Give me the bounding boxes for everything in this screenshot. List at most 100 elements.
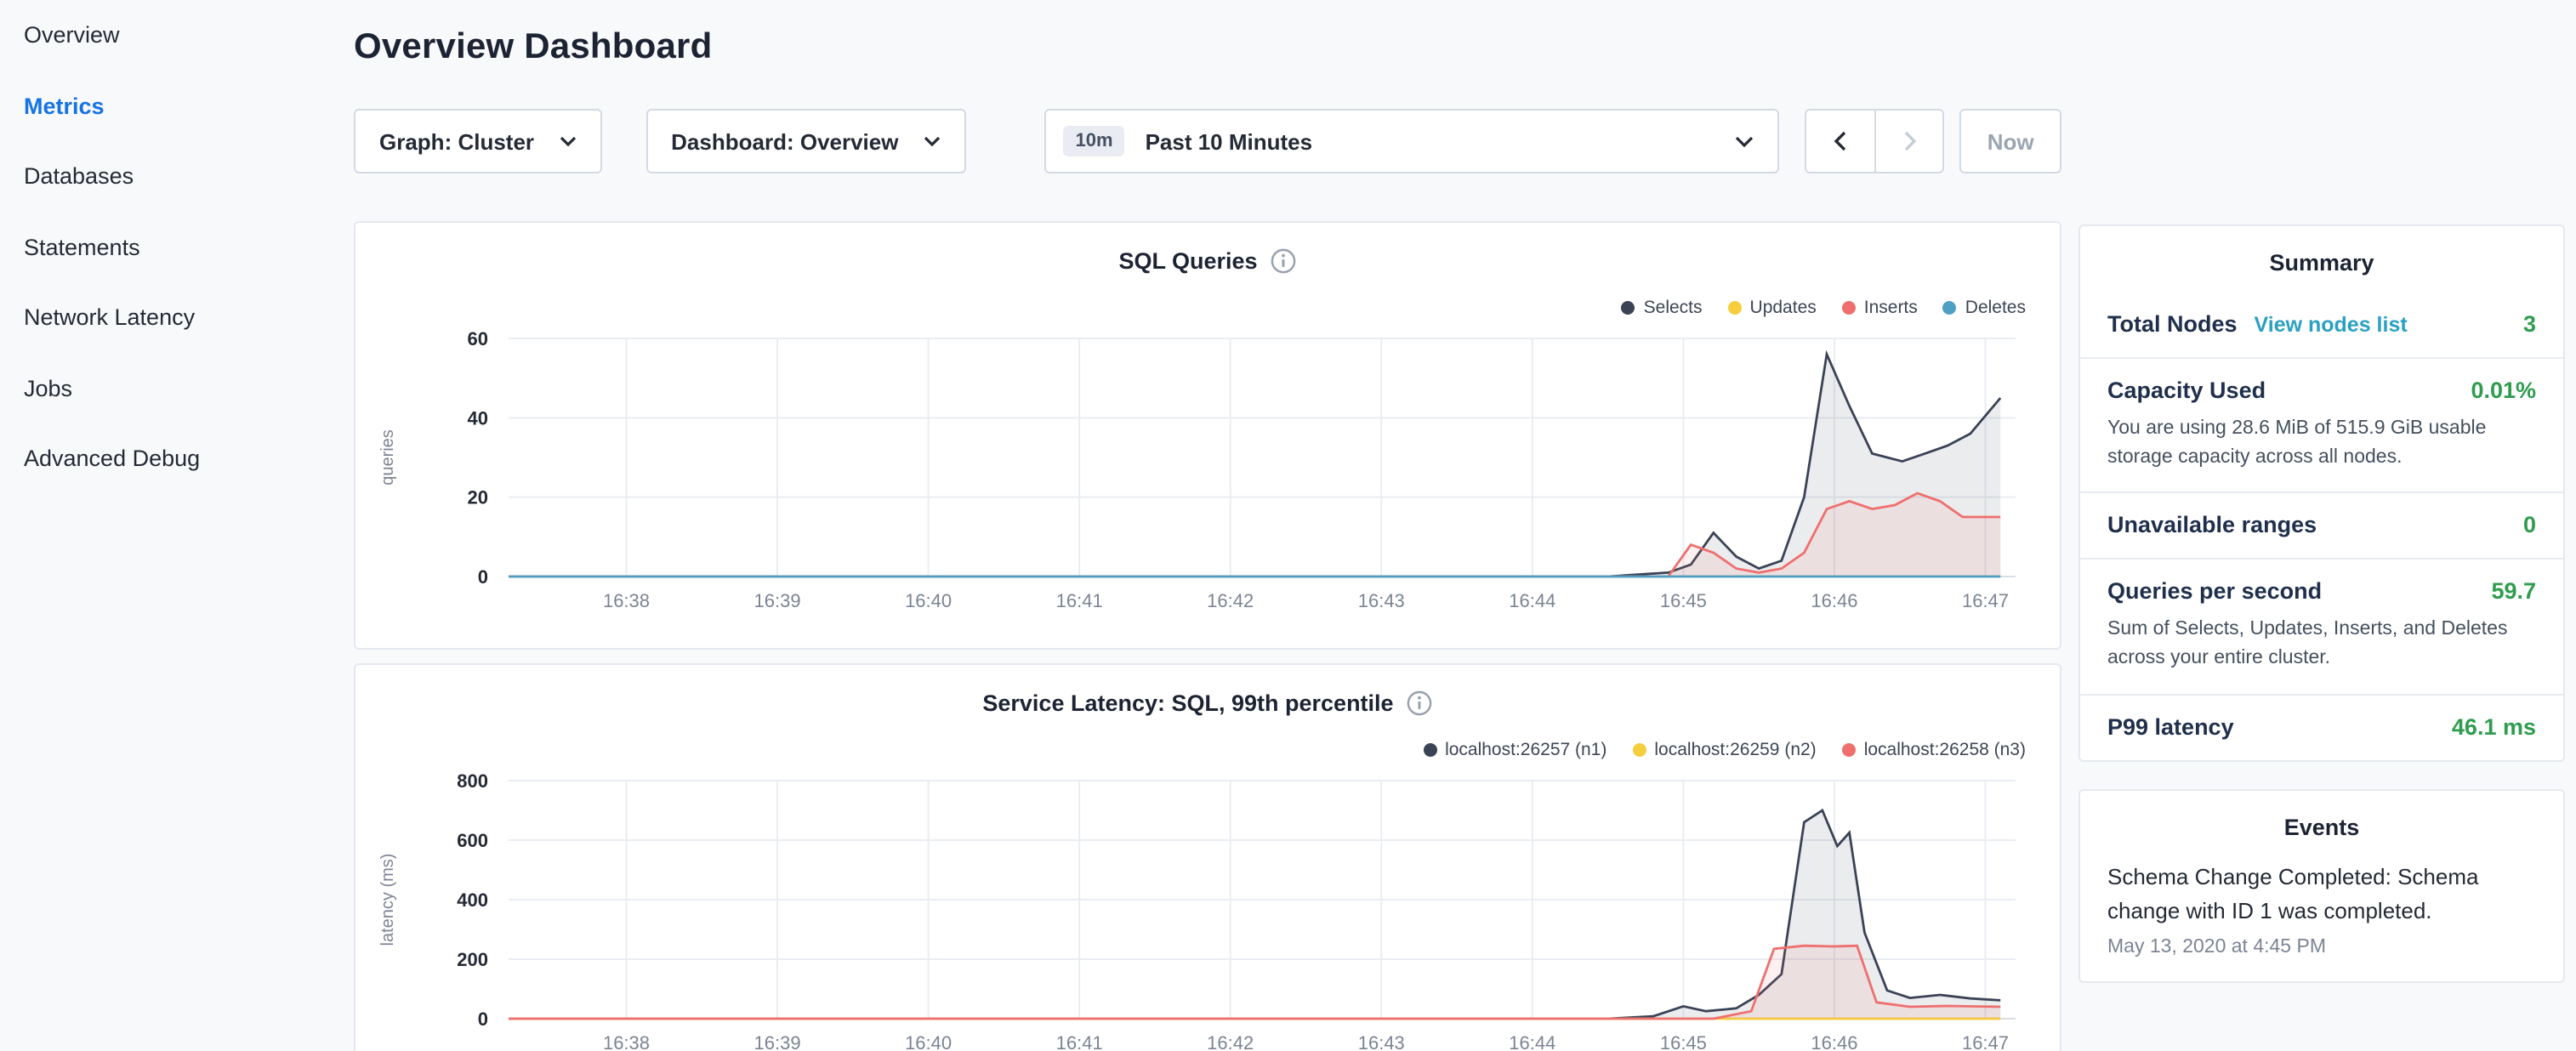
- summary-panel: Summary Total Nodes View nodes list 3 Ca…: [2078, 224, 2565, 761]
- now-button[interactable]: Now: [1959, 109, 2061, 173]
- summary-description: You are using 28.6 MiB of 515.9 GiB usab…: [2107, 415, 2536, 472]
- sidebar-item-databases[interactable]: Databases: [0, 141, 323, 212]
- summary-row-total-nodes: Total Nodes View nodes list 3: [2080, 293, 2563, 359]
- summary-value: 0: [2523, 513, 2536, 538]
- summary-description: Sum of Selects, Updates, Inserts, and De…: [2107, 616, 2536, 673]
- legend-swatch: [1842, 301, 1856, 315]
- sql-queries-chart-card: SQL Queries Selects Updates Inserts Deletes…: [354, 221, 2061, 650]
- legend-label: localhost:26258 (n3): [1864, 740, 2026, 760]
- svg-text:16:43: 16:43: [1358, 590, 1405, 611]
- view-nodes-list-link[interactable]: View nodes list: [2255, 313, 2408, 337]
- summary-row-queries-per-second: Queries per second 59.7 Sum of Selects, …: [2080, 560, 2563, 696]
- svg-text:0: 0: [478, 566, 488, 588]
- summary-label: Unavailable ranges: [2107, 513, 2317, 538]
- summary-row-capacity-used: Capacity Used 0.01% You are using 28.6 M…: [2080, 359, 2563, 494]
- summary-value: 46.1 ms: [2452, 713, 2536, 739]
- legend-label: Updates: [1750, 298, 1817, 318]
- legend-label: Inserts: [1864, 298, 1918, 318]
- svg-text:800: 800: [457, 770, 488, 792]
- chevron-down-icon: [924, 136, 941, 146]
- svg-text:40: 40: [468, 407, 488, 429]
- chart-title-row: SQL Queries: [355, 223, 2060, 276]
- svg-text:16:45: 16:45: [1660, 590, 1707, 611]
- sidebar-item-metrics[interactable]: Metrics: [0, 71, 323, 141]
- time-window-label: Past 10 Minutes: [1146, 128, 1313, 154]
- chart-legend: localhost:26257 (n1) localhost:26259 (n2)…: [1423, 740, 2026, 760]
- chevron-right-icon: [1902, 131, 1916, 151]
- svg-text:16:39: 16:39: [754, 1032, 801, 1051]
- prev-interval-button[interactable]: [1806, 111, 1874, 172]
- summary-title: Summary: [2080, 226, 2563, 293]
- svg-text:16:43: 16:43: [1358, 1032, 1405, 1051]
- chevron-down-icon: [559, 136, 576, 146]
- info-icon[interactable]: [1407, 690, 1433, 715]
- legend-item: Inserts: [1842, 298, 1918, 318]
- legend-item: localhost:26258 (n3): [1842, 740, 2026, 760]
- chart-canvas: 16:3816:3916:4016:4116:4216:4316:4416:45…: [369, 760, 2050, 1051]
- svg-text:16:46: 16:46: [1811, 590, 1857, 611]
- graph-scope-dropdown[interactable]: Graph: Cluster: [354, 109, 601, 173]
- sidebar-item-statements[interactable]: Statements: [0, 212, 323, 282]
- sidebar-item-overview[interactable]: Overview: [0, 0, 323, 71]
- time-window-picker[interactable]: 10m Past 10 Minutes: [1045, 109, 1780, 173]
- chart-plot: 16:3816:3916:4016:4116:4216:4316:4416:45…: [355, 318, 2060, 629]
- legend-label: Selects: [1644, 298, 1703, 318]
- sidebar-item-network-latency[interactable]: Network Latency: [0, 282, 323, 353]
- legend-item: Updates: [1728, 298, 1817, 318]
- summary-row-p99-latency: P99 latency 46.1 ms: [2080, 695, 2563, 759]
- event-timestamp: May 13, 2020 at 4:45 PM: [2107, 937, 2536, 957]
- sidebar-item-advanced-debug[interactable]: Advanced Debug: [0, 423, 323, 494]
- legend-swatch: [1943, 301, 1957, 315]
- svg-text:0: 0: [478, 1008, 488, 1030]
- events-panel: Events Schema Change Completed: Schema c…: [2078, 788, 2565, 983]
- chart-title-row: Service Latency: SQL, 99th percentile: [355, 665, 2060, 718]
- event-item: Schema Change Completed: Schema change w…: [2080, 856, 2563, 957]
- svg-text:16:41: 16:41: [1056, 590, 1103, 611]
- svg-text:20: 20: [468, 487, 488, 508]
- sidebar-item-jobs[interactable]: Jobs: [0, 353, 323, 423]
- svg-text:16:42: 16:42: [1207, 590, 1254, 611]
- legend-label: localhost:26257 (n1): [1445, 740, 1606, 760]
- svg-text:16:47: 16:47: [1962, 590, 2009, 611]
- svg-text:200: 200: [457, 949, 488, 970]
- chevron-down-icon: [1735, 135, 1754, 147]
- next-interval-button[interactable]: [1874, 111, 1942, 172]
- legend-item: Deletes: [1943, 298, 2026, 318]
- svg-text:16:47: 16:47: [1962, 1032, 2009, 1051]
- controls-row: Graph: Cluster Dashboard: Overview 10m P…: [354, 109, 2061, 173]
- svg-text:60: 60: [468, 328, 488, 349]
- legend-label: localhost:26259 (n2): [1654, 740, 1816, 760]
- summary-value: 0.01%: [2471, 378, 2536, 403]
- dashboard-dropdown-label: Dashboard: Overview: [671, 128, 898, 154]
- legend-swatch: [1423, 743, 1436, 757]
- legend-swatch: [1728, 301, 1742, 315]
- legend-swatch: [1622, 301, 1635, 315]
- page-title: Overview Dashboard: [354, 27, 2061, 68]
- chart-legend: Selects Updates Inserts Deletes: [1622, 298, 2026, 318]
- time-window-badge: 10m: [1064, 126, 1125, 156]
- summary-value: 3: [2523, 311, 2536, 337]
- legend-item: localhost:26257 (n1): [1423, 740, 1606, 760]
- svg-text:16:38: 16:38: [603, 590, 650, 611]
- svg-text:16:41: 16:41: [1056, 1032, 1103, 1051]
- event-message: Schema Change Completed: Schema change w…: [2107, 860, 2536, 929]
- svg-text:16:40: 16:40: [905, 1032, 952, 1051]
- info-icon[interactable]: [1271, 247, 1297, 273]
- summary-value: 59.7: [2491, 579, 2536, 605]
- svg-text:400: 400: [457, 889, 488, 911]
- sidebar: Overview Metrics Databases Statements Ne…: [0, 0, 323, 494]
- legend-label: Deletes: [1965, 298, 2026, 318]
- dashboard-dropdown[interactable]: Dashboard: Overview: [645, 109, 966, 173]
- legend-item: localhost:26259 (n2): [1632, 740, 1816, 760]
- service-latency-chart-card: Service Latency: SQL, 99th percentile lo…: [354, 663, 2061, 1051]
- chart-title: SQL Queries: [1118, 247, 1257, 273]
- chart-plot: 16:3816:3916:4016:4116:4216:4316:4416:45…: [355, 760, 2060, 1051]
- svg-text:latency (ms): latency (ms): [378, 854, 397, 946]
- summary-label: Queries per second: [2107, 579, 2322, 605]
- summary-label: Total Nodes: [2107, 311, 2238, 337]
- chevron-left-icon: [1834, 131, 1847, 151]
- summary-row-unavailable-ranges: Unavailable ranges 0: [2080, 494, 2563, 560]
- graph-scope-label: Graph: Cluster: [379, 128, 534, 154]
- legend-swatch: [1632, 743, 1646, 757]
- events-title: Events: [2080, 790, 2563, 856]
